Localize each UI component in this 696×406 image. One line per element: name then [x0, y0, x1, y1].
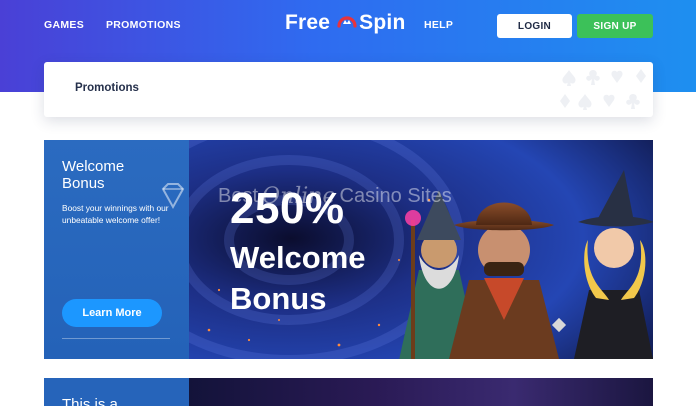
nav-promotions-link[interactable]: PROMOTIONS	[106, 19, 181, 31]
learn-more-button[interactable]: Learn More	[62, 299, 162, 327]
promo-description: Boost your winnings with our unbeatable …	[62, 203, 169, 225]
logo-text-spin: Spin	[359, 11, 406, 34]
freespin-logo[interactable]: Free Spin	[285, 8, 405, 38]
promo-title-line2: Bonus	[62, 175, 105, 192]
page-title: Promotions	[75, 82, 139, 94]
promo-title-line1: Welcome	[62, 158, 125, 175]
next-promo-artwork[interactable]	[189, 378, 653, 406]
bonus-percent-text: 250%	[230, 184, 345, 233]
bonus-bonus-text: Bonus	[230, 281, 327, 316]
logo-spin-wheel-icon	[337, 16, 357, 28]
nav-games-link[interactable]: GAMES	[44, 19, 84, 31]
nav-help-link[interactable]: HELP	[424, 19, 453, 31]
next-promo-info-panel: This is a	[44, 378, 189, 406]
bonus-welcome-text: Welcome	[230, 240, 366, 275]
signup-button[interactable]: SIGN UP	[577, 14, 653, 38]
card-suits-decoration-icon	[560, 69, 646, 110]
promotions-header-card: Promotions	[44, 62, 653, 117]
next-promo-title: This is a	[62, 396, 118, 406]
logo-text-free: Free	[285, 11, 331, 34]
promo-title: Welcome Bonus	[62, 158, 124, 192]
next-promo-card: This is a	[44, 378, 653, 406]
login-button[interactable]: LOGIN	[497, 14, 572, 38]
welcome-bonus-banner: Welcome Bonus Boost your winnings with o…	[44, 140, 653, 359]
panel-divider	[62, 338, 170, 339]
welcome-bonus-info-panel: Welcome Bonus Boost your winnings with o…	[44, 140, 189, 359]
